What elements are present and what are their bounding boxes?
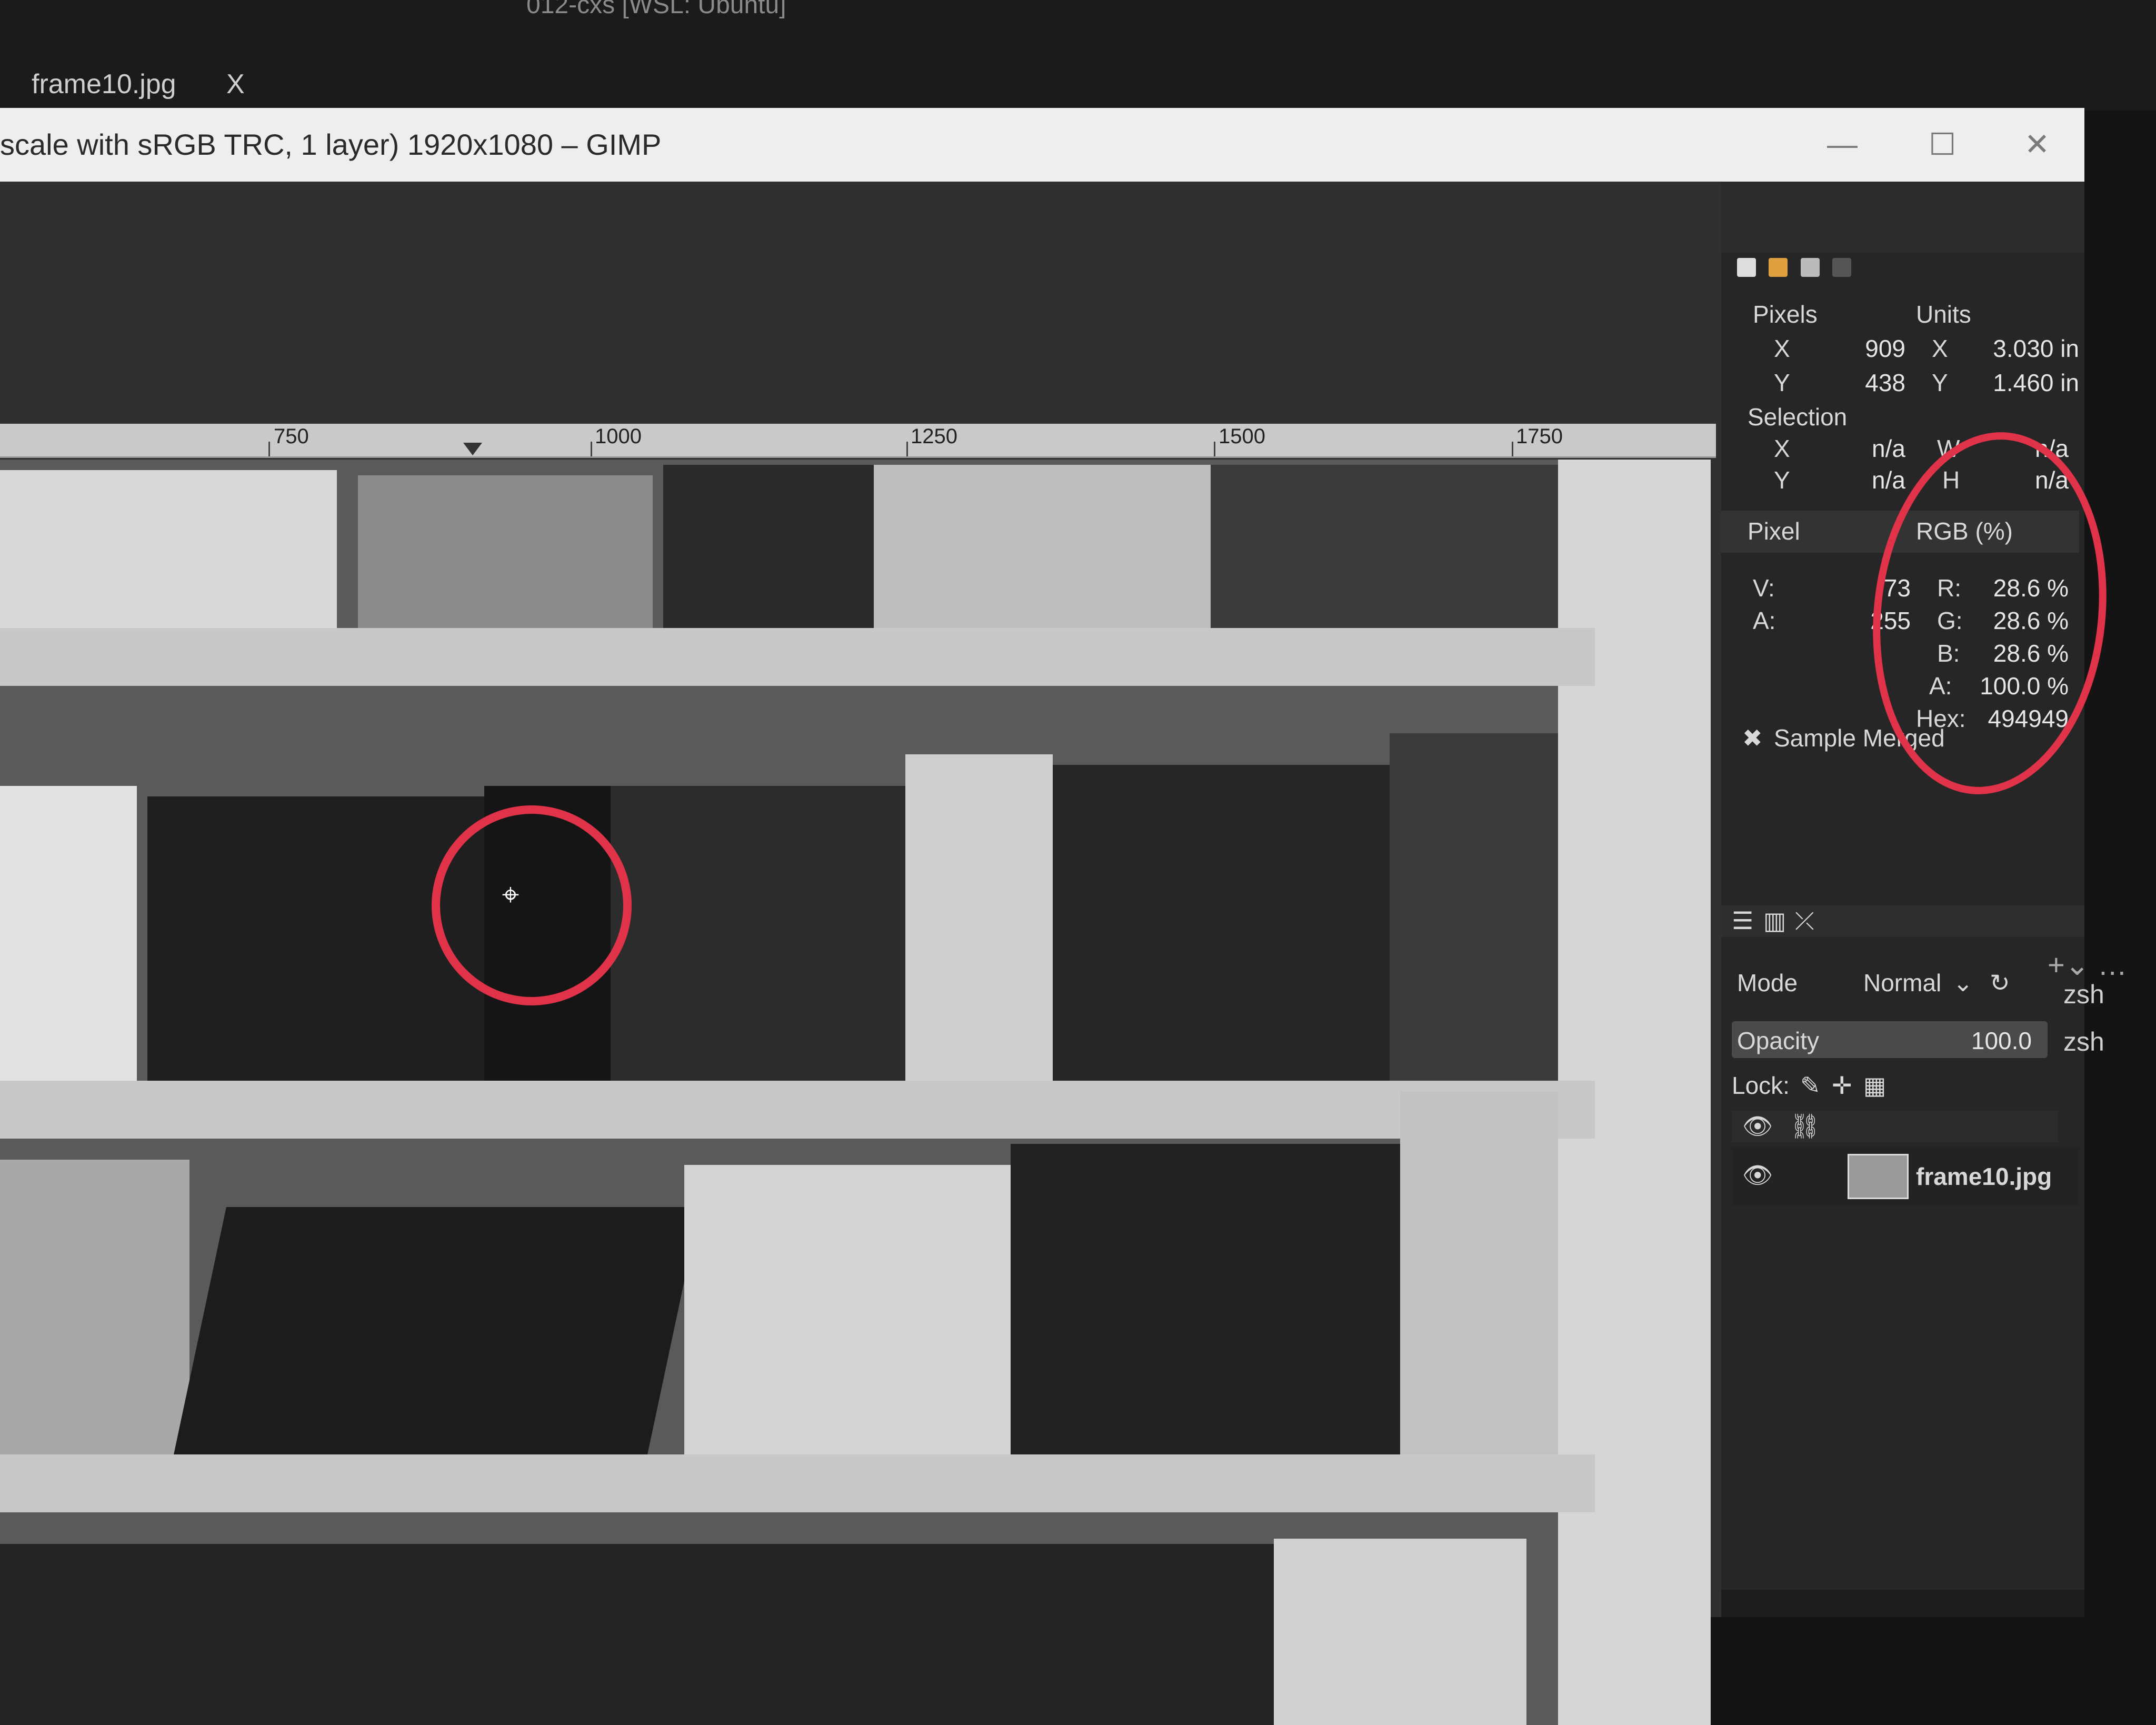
selection-x-value: n/a [1872, 435, 1905, 462]
photo-book-stack [0, 1160, 189, 1454]
layer-visibility-eye-icon[interactable]: 👁 [1742, 1161, 1773, 1190]
background-terminal-strip [0, 0, 2156, 111]
pointer-x-value: 909 [1865, 335, 1905, 362]
close-button[interactable]: ✕ [1990, 108, 2084, 182]
lock-alpha-icon[interactable]: ▦ [1863, 1071, 1886, 1100]
tab-label: frame10.jpg [32, 69, 176, 99]
ruler-label: 750 [274, 425, 309, 448]
terminal-list: zsh zsh [2053, 969, 2156, 1095]
layer-mode-row: Mode Normal ⌄ ↻ [1721, 958, 2063, 1005]
photo-books [611, 786, 905, 1081]
layers-bottom-toolbar [1721, 1590, 2084, 1617]
mode-dropdown-chevron-icon[interactable]: ⌄ [1953, 969, 1973, 997]
visibility-header-icon: 👁 [1742, 1112, 1773, 1140]
photo-books [663, 465, 874, 633]
ruler-tick [591, 442, 592, 456]
layers-dock-tabs: ☰ ▥ ⤫ [1721, 905, 2084, 937]
photo-book-stack [0, 470, 337, 628]
fonts-tab-icon[interactable] [1800, 258, 1820, 277]
selection-x-label: X [1774, 435, 1790, 462]
pointer-x-label: X [1774, 335, 1790, 362]
ruler-tick [268, 442, 270, 456]
lock-label: Lock: [1732, 1072, 1790, 1099]
horizontal-ruler[interactable]: 750 1000 1250 1500 1750 [0, 424, 1716, 458]
pixels-label: Pixels [1753, 301, 1818, 328]
sample-merged-checkbox-icon[interactable]: ✖ [1742, 724, 1763, 752]
photo-books-leaning [174, 1207, 700, 1454]
minimize-button[interactable]: — [1795, 108, 1890, 182]
pointer-y-units-label: Y [1932, 369, 1948, 396]
mode-select[interactable]: Normal [1863, 969, 1941, 997]
paths-tab-icon[interactable]: ⤫ [1795, 906, 1814, 936]
pointer-y-label: Y [1774, 369, 1790, 396]
selection-y-value: n/a [1872, 466, 1905, 494]
opacity-label: Opacity [1737, 1027, 1819, 1054]
value-label: V: [1753, 574, 1775, 602]
photo-books [874, 465, 1211, 633]
photo-book-stack [0, 786, 137, 1081]
lock-row: Lock: ✎ ✛ ▦ [1732, 1066, 2058, 1103]
photo-books [905, 754, 1053, 1081]
photo-books [684, 1165, 1011, 1454]
ruler-label: 1250 [911, 425, 957, 448]
tab-close-icon[interactable]: X [226, 58, 258, 111]
photo-shelf [0, 628, 1595, 686]
crosshair-cursor-icon: ⌖ [502, 878, 520, 912]
maximize-button[interactable]: ☐ [1895, 108, 1990, 182]
photo-books [1400, 1091, 1558, 1454]
ruler-pointer-marker [463, 443, 482, 455]
pixel-mode-select[interactable]: Pixel [1748, 517, 1800, 545]
layers-list-header: 👁 ⛓ [1732, 1111, 2058, 1142]
colors-tab-icon[interactable] [1769, 258, 1788, 277]
ruler-label: 1500 [1219, 425, 1265, 448]
photo-shelf [0, 1454, 1595, 1512]
layers-tab-icon[interactable]: ☰ [1732, 906, 1753, 935]
selection-y-label: Y [1774, 466, 1790, 494]
image-canvas-photo[interactable] [0, 460, 1711, 1725]
pointer-y-value: 438 [1865, 369, 1905, 396]
terminal-item[interactable]: zsh [2063, 1026, 2104, 1057]
alpha-raw-label: A: [1753, 607, 1776, 634]
images-tab-icon[interactable] [1832, 258, 1852, 277]
layer-row[interactable]: 👁 frame10.jpg [1732, 1148, 2079, 1205]
layer-name[interactable]: frame10.jpg [1916, 1162, 2052, 1191]
ruler-label: 1000 [595, 425, 642, 448]
window-titlebar: scale with sRGB TRC, 1 layer) 1920x1080 … [0, 108, 2084, 182]
photo-books [1053, 765, 1390, 1081]
channels-tab-icon[interactable]: ▥ [1763, 906, 1786, 935]
lock-position-icon[interactable]: ✛ [1832, 1071, 1852, 1100]
mode-label: Mode [1737, 969, 1798, 996]
photo-books [1274, 1539, 1526, 1725]
ruler-tick [1214, 442, 1215, 456]
pointer-x-units-label: X [1932, 335, 1948, 362]
terminal-title-hint: 012-cxs [WSL: Ubuntu] [526, 0, 786, 19]
window-title: scale with sRGB TRC, 1 layer) 1920x1080 … [0, 128, 662, 161]
opacity-value: 100.0 [1971, 1027, 2032, 1054]
ruler-tick [906, 442, 908, 456]
photo-books [147, 796, 484, 1081]
mode-reset-icon[interactable]: ↻ [1990, 969, 2010, 997]
photo-books [1390, 733, 1558, 1081]
photo-book-stack [358, 475, 653, 628]
opacity-slider[interactable]: Opacity 100.0 [1732, 1021, 2048, 1058]
chain-header-icon: ⛓ [1790, 1112, 1821, 1140]
units-label: Units [1916, 301, 1971, 328]
ruler-label: 1750 [1516, 425, 1563, 448]
pointer-y-units-value: 1.460 in [1993, 369, 2079, 396]
lock-pixels-icon[interactable]: ✎ [1800, 1071, 1821, 1100]
pointer-x-units-value: 3.030 in [1993, 335, 2079, 362]
terminal-item[interactable]: zsh [2063, 979, 2104, 1010]
photo-shelf [0, 1081, 1595, 1139]
selection-label: Selection [1748, 403, 1848, 431]
layer-thumbnail [1848, 1154, 1909, 1199]
photo-books [1211, 465, 1558, 633]
pointer-tab-icon[interactable] [1737, 258, 1756, 277]
dock-tab-icons [1737, 258, 1948, 284]
photo-books [1011, 1144, 1400, 1454]
ruler-tick [1512, 442, 1513, 456]
